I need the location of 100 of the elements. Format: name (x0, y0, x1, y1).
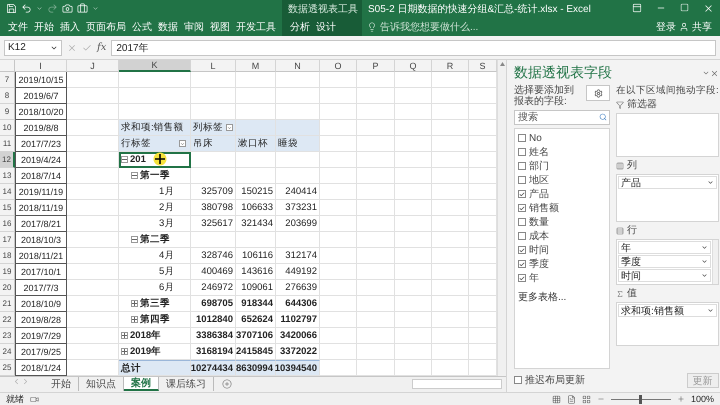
drop-area[interactable]: 年 季度 时间 (616, 239, 719, 285)
briefcase-icon[interactable] (77, 3, 88, 14)
column-header[interactable]: R (432, 60, 469, 72)
field-name[interactable]: 季度 (529, 258, 549, 270)
checkbox[interactable] (518, 148, 526, 156)
ribbon-tab[interactable]: 数据 (155, 20, 181, 34)
checkbox[interactable] (518, 204, 526, 212)
ribbon-tab[interactable]: 审阅 (181, 20, 207, 34)
page-break-icon[interactable] (582, 394, 591, 404)
horizontal-scrollbar[interactable] (412, 379, 502, 389)
gear-icon[interactable] (594, 88, 602, 98)
tell-me-field[interactable]: 告诉我您想要做什么... (377, 20, 482, 34)
scrollbar[interactable] (712, 240, 718, 284)
row-header[interactable]: 23 (0, 328, 15, 344)
search-icon[interactable] (599, 113, 607, 121)
save-icon[interactable] (6, 3, 17, 14)
row-header[interactable]: 15 (0, 200, 15, 216)
field-name[interactable]: No (529, 132, 542, 144)
row-header[interactable]: 19 (0, 264, 15, 280)
column-header[interactable]: S (469, 60, 497, 72)
field-name[interactable]: 时间 (529, 244, 549, 256)
area-field[interactable]: 年 (618, 241, 711, 254)
column-header[interactable]: J (67, 60, 119, 72)
ribbon-tab[interactable]: 分析 (287, 20, 313, 34)
row-header[interactable]: 17 (0, 232, 15, 248)
field-name[interactable]: 部门 (529, 160, 549, 172)
expand-icon[interactable] (122, 333, 127, 338)
row-header[interactable]: 25 (0, 360, 15, 376)
user-icon[interactable] (679, 22, 689, 32)
row-header[interactable]: 20 (0, 280, 15, 296)
pivot-row-item[interactable]: 201 (119, 152, 191, 168)
expand-icon[interactable] (132, 317, 137, 322)
sheet-tab[interactable]: 开始 (44, 377, 79, 391)
field-name[interactable]: 姓名 (529, 146, 549, 158)
checkbox[interactable] (518, 176, 526, 184)
column-header[interactable]: K (119, 60, 191, 72)
name-box[interactable]: K12 (4, 40, 62, 56)
insert-function-button[interactable]: fx (97, 42, 106, 53)
macro-record-icon[interactable] (30, 394, 39, 404)
dropdown-icon[interactable] (706, 179, 714, 186)
pivot-row-label[interactable]: 行标签 (119, 136, 191, 152)
filter-dropdown-icon[interactable] (227, 124, 232, 130)
checkbox[interactable] (518, 232, 526, 240)
camera-icon[interactable] (62, 3, 73, 14)
checkbox[interactable] (518, 162, 526, 170)
field-name[interactable]: 年 (529, 272, 539, 284)
ribbon-tab[interactable]: 设计 (313, 20, 339, 34)
row-header[interactable]: 22 (0, 312, 15, 328)
more-tables-link[interactable]: 更多表格... (518, 290, 606, 304)
field-name[interactable]: 产品 (529, 188, 549, 200)
checkbox[interactable] (518, 246, 526, 254)
sheet-tab[interactable]: 案例 (124, 377, 159, 391)
column-header[interactable]: N (276, 60, 320, 72)
checkbox[interactable] (514, 376, 522, 384)
row-header[interactable]: 12 (0, 152, 15, 168)
area-field[interactable]: 求和项:销售额 (618, 304, 717, 317)
ribbon-tab[interactable]: 页面布局 (83, 20, 129, 34)
row-header[interactable]: 13 (0, 168, 15, 184)
ribbon-tab[interactable]: 文件 (5, 20, 31, 34)
formula-field[interactable]: 2017年 (111, 40, 716, 56)
zoom-in-icon[interactable] (676, 395, 685, 403)
column-header[interactable]: L (191, 60, 236, 72)
checkbox[interactable] (518, 190, 526, 198)
checkbox[interactable] (518, 274, 526, 282)
expand-icon[interactable] (122, 349, 127, 354)
row-header[interactable]: 21 (0, 296, 15, 312)
row-header[interactable]: 11 (0, 136, 15, 152)
add-sheet-icon[interactable] (222, 379, 232, 389)
scroll-up-icon[interactable] (500, 62, 504, 66)
field-name[interactable]: 成本 (529, 230, 549, 242)
row-header[interactable]: 9 (0, 104, 15, 120)
collapse-icon[interactable] (132, 237, 137, 242)
column-header[interactable]: M (236, 60, 276, 72)
close-icon[interactable] (710, 68, 719, 78)
maximize-icon[interactable] (680, 3, 689, 12)
area-field[interactable]: 产品 (618, 176, 717, 189)
row-header[interactable]: 7 (0, 72, 15, 88)
checkbox[interactable] (518, 218, 526, 226)
row-header[interactable]: 24 (0, 344, 15, 360)
share-button[interactable]: 共享 (689, 20, 715, 34)
defer-update-label[interactable]: 推迟布局更新 (525, 374, 585, 386)
settings-button[interactable] (586, 85, 610, 101)
checkbox[interactable] (518, 260, 526, 268)
collapse-icon[interactable] (132, 173, 137, 178)
sign-in-link[interactable]: 登录 (653, 20, 679, 34)
row-header[interactable]: 8 (0, 88, 15, 104)
checkbox[interactable] (518, 134, 526, 142)
page-layout-icon[interactable] (566, 394, 576, 404)
vertical-scrollbar[interactable] (497, 60, 506, 376)
row-header[interactable]: 10 (0, 120, 15, 136)
field-name[interactable]: 地区 (529, 174, 549, 186)
ribbon-tab[interactable]: 开发工具 (233, 20, 279, 34)
row-header[interactable]: 16 (0, 216, 15, 232)
ribbon-tab[interactable]: 视图 (207, 20, 233, 34)
pivot-column-label[interactable]: 列标签 (191, 120, 236, 136)
ribbon-tab[interactable]: 开始 (31, 20, 57, 34)
column-header[interactable]: O (320, 60, 357, 72)
ribbon-tab[interactable]: 插入 (57, 20, 83, 34)
drop-area[interactable]: 求和项:销售额 (616, 302, 719, 346)
row-header[interactable]: 14 (0, 184, 15, 200)
